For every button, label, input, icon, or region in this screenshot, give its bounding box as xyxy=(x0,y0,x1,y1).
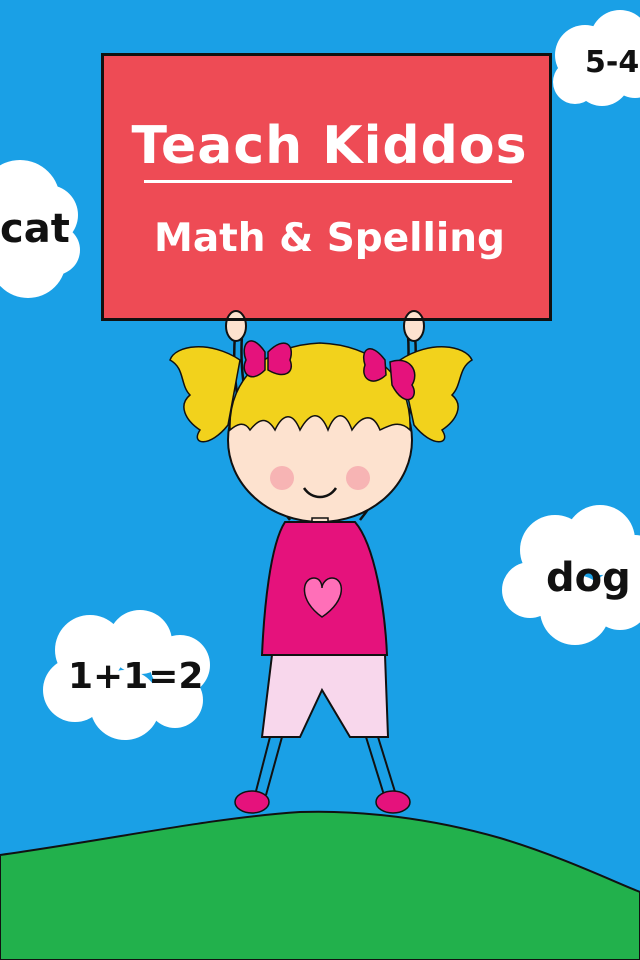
cloud-label-right: dog xyxy=(546,555,631,601)
app-title: Teach Kiddos xyxy=(131,116,528,176)
cloud-label-bottom-left: 1+1=2 xyxy=(68,656,204,697)
cheek-right xyxy=(346,466,370,490)
right-shoe xyxy=(375,790,411,814)
app-subtitle: Math & Spelling xyxy=(154,216,505,261)
title-underline xyxy=(144,180,512,183)
title-sign: Teach Kiddos Math & Spelling xyxy=(101,53,552,321)
cheek-left xyxy=(270,466,294,490)
left-shoe xyxy=(234,790,270,814)
cloud-label-left: cat xyxy=(0,206,70,252)
cloud-label-top-right: 5-4 xyxy=(585,45,640,80)
